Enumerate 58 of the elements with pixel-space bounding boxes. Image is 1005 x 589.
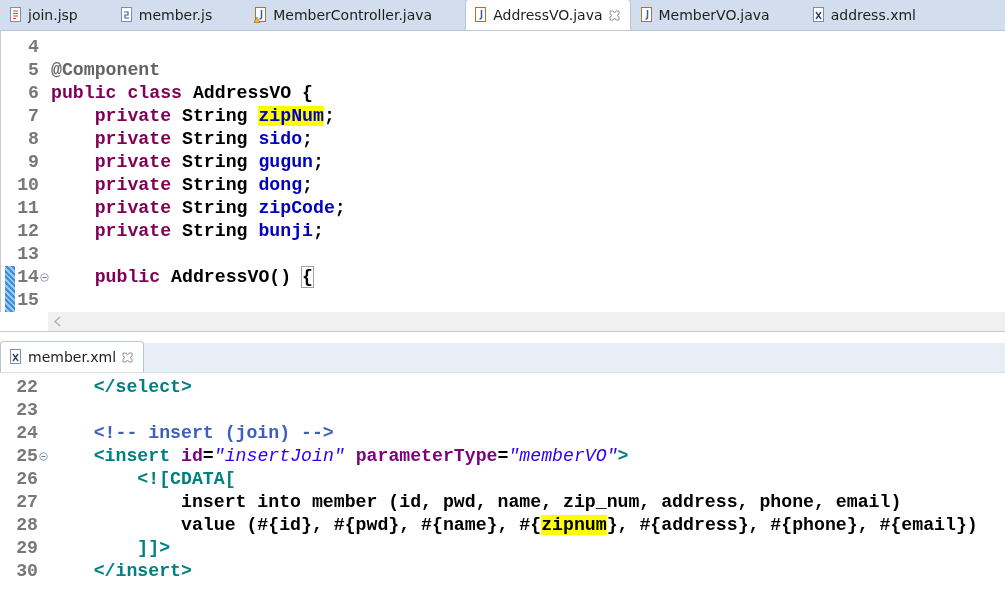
editor-tab[interactable]: member.js: [110, 0, 224, 30]
document-icon: [9, 7, 22, 23]
line-number: 14: [16, 266, 39, 289]
java-file-icon: [639, 7, 653, 23]
editor-tab[interactable]: AddressVO.java: [465, 0, 631, 30]
horizontal-scrollbar[interactable]: [48, 312, 1005, 331]
code-line: private String sido;: [93, 128, 313, 151]
collapse-icon[interactable]: [38, 452, 48, 461]
editor-tab[interactable]: member.xml: [0, 341, 145, 372]
code-line: private String zipNum;: [93, 105, 335, 128]
line-number: 5: [27, 59, 39, 82]
editor-tab[interactable]: MemberController.java: [245, 0, 444, 30]
java-file-icon: [474, 7, 488, 23]
line-number: 10: [16, 174, 39, 197]
line-number: 8: [27, 128, 39, 151]
line-number: 15: [16, 289, 39, 312]
line-number: 9: [27, 151, 39, 174]
code-line: private String dong;: [93, 174, 313, 197]
code-line: private String gugun;: [93, 151, 324, 174]
code-line: </select>: [92, 376, 192, 399]
line-number: 6: [27, 82, 39, 105]
code-line: ]]>: [136, 537, 171, 560]
line-number: 11: [16, 197, 39, 220]
close-icon[interactable]: [608, 9, 620, 21]
code-line: private String zipCode;: [93, 197, 346, 220]
collapse-icon[interactable]: [39, 273, 49, 282]
line-number: 25: [15, 445, 38, 468]
code-line: insert into member (id, pwd, name, zip_num, address, phone, email): [179, 491, 902, 514]
line-number: 27: [15, 491, 38, 514]
code-line: public class AddressVO {: [50, 82, 313, 105]
code-line: @Component: [50, 59, 161, 82]
line-number: 4: [27, 36, 39, 59]
close-icon[interactable]: [122, 351, 134, 363]
line-number: 23: [15, 399, 38, 422]
java-file-warning-icon: [254, 7, 268, 23]
code-line: <!-- insert (join) -->: [92, 422, 334, 445]
line-number: 22: [15, 376, 38, 399]
line-number: 26: [15, 468, 38, 491]
line-number: 13: [16, 243, 39, 266]
code-line: private String bunji;: [93, 220, 324, 243]
code-line: </insert>: [92, 560, 192, 583]
line-number: 30: [15, 560, 38, 583]
script-file-icon: [119, 7, 133, 23]
code-line: value (#{id}, #{pwd}, #{name}, #{zipnum}, #{address}, #{phone}, #{email}): [179, 514, 978, 537]
code-line: <![CDATA[: [136, 468, 236, 491]
xml-file-icon: [9, 349, 22, 365]
line-number: 24: [15, 422, 38, 445]
editor-tab[interactable]: MemberVO.java: [630, 0, 781, 30]
scroll-left-icon[interactable]: [54, 316, 61, 327]
editor-tab[interactable]: address.xml: [802, 0, 927, 30]
line-number: 12: [16, 220, 39, 243]
code-line: <insert id="insertJoin" parameterType="memberVO">: [92, 445, 629, 468]
line-number: 28: [15, 514, 38, 537]
line-number: 7: [27, 105, 39, 128]
xml-file-icon: [811, 7, 825, 23]
code-line: public AddressVO() {: [93, 266, 313, 289]
editor-tab[interactable]: join.jsp: [0, 0, 89, 30]
line-number: 29: [15, 537, 38, 560]
